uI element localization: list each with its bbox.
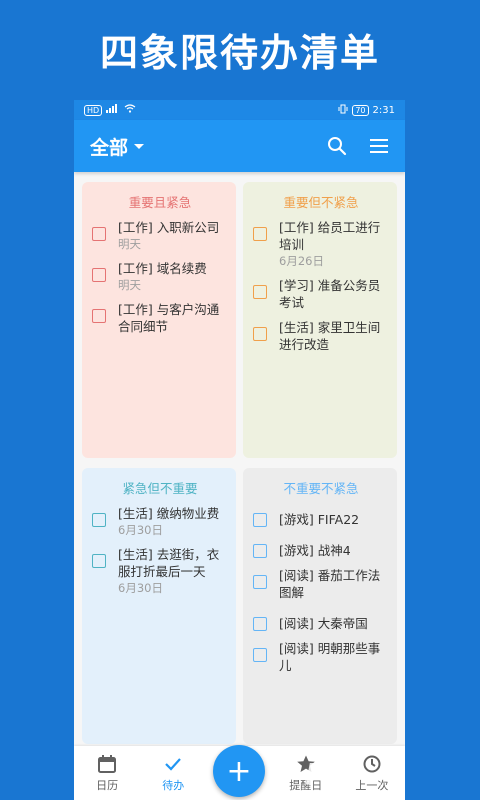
task-date: 明天	[118, 278, 141, 292]
task-item[interactable]: [工作] 与客户沟通合同细节	[92, 301, 228, 335]
task-item[interactable]: [工作] 给员工进行培训 6月26日	[253, 219, 389, 269]
task-item[interactable]: [阅读] 大秦帝国	[253, 609, 389, 632]
task-text: [生活] 家里卫生间进行改造	[279, 320, 381, 352]
task-text: [学习] 准备公务员考试	[279, 278, 381, 310]
task-item[interactable]: [游戏] 战神4	[253, 536, 389, 559]
history-icon	[362, 753, 382, 775]
quadrant-title: 不重要不紧急	[283, 481, 359, 496]
quadrant-title: 重要且紧急	[128, 195, 192, 210]
status-bar: HD 70 2:31	[74, 100, 405, 120]
filter-dropdown-label[interactable]: 全部	[90, 133, 128, 160]
nav-todo[interactable]: 待办	[140, 746, 206, 800]
task-text: [阅读] 明朝那些事儿	[279, 641, 381, 673]
nav-label: 待办	[162, 779, 185, 792]
plus-icon: +	[226, 753, 252, 789]
quadrant-important-not-urgent: 重要但不紧急 [工作] 给员工进行培训 6月26日 [学习] 准备公务员考试 […	[243, 182, 397, 458]
battery-icon: 70	[352, 104, 369, 116]
check-icon	[163, 753, 183, 775]
calendar-icon	[97, 753, 117, 775]
promo-title: 四象限待办清单	[99, 31, 380, 75]
hd-icon: HD	[84, 104, 103, 116]
task-text: [工作] 入职新公司	[118, 220, 220, 235]
task-checkbox[interactable]	[253, 575, 267, 589]
task-text: [阅读] 大秦帝国	[279, 616, 368, 631]
quadrant-not-urgent-not-important: 不重要不紧急 [游戏] FIFA22 [游戏] 战神4 [阅读] 番茄工作法图解…	[243, 468, 397, 744]
task-date: 6月26日	[279, 254, 324, 268]
task-text: [生活] 缴纳物业费	[118, 506, 220, 521]
phone-screen: HD 70 2:31 全部 重要且紧急 [工作] 入职新公司 明天 [工作] 域…	[74, 100, 405, 800]
task-checkbox[interactable]	[253, 544, 267, 558]
watermark: pc6	[306, 752, 363, 785]
task-item[interactable]: [生活] 去逛街，衣服打折最后一天 6月30日	[92, 546, 228, 596]
task-checkbox[interactable]	[253, 227, 267, 241]
task-text: [工作] 与客户沟通合同细节	[118, 302, 220, 334]
task-date: 6月30日	[118, 581, 163, 595]
clock-time: 2:31	[372, 104, 395, 116]
task-checkbox[interactable]	[92, 268, 106, 282]
task-date: 6月30日	[118, 523, 163, 537]
task-item[interactable]: [学习] 准备公务员考试	[253, 277, 389, 311]
caret-down-icon[interactable]	[134, 143, 145, 149]
task-text: [工作] 给员工进行培训	[279, 220, 381, 252]
task-item[interactable]: [工作] 域名续费 明天	[92, 260, 228, 293]
task-item[interactable]: [阅读] 番茄工作法图解	[253, 567, 389, 601]
task-checkbox[interactable]	[92, 309, 106, 323]
task-text: [生活] 去逛街，衣服打折最后一天	[118, 547, 220, 579]
task-text: [游戏] 战神4	[279, 543, 351, 558]
signal-icon	[106, 104, 120, 116]
quadrant-title: 紧急但不重要	[122, 481, 198, 496]
app-bar: 全部	[74, 120, 405, 172]
vibrate-icon	[338, 104, 348, 117]
task-checkbox[interactable]	[92, 227, 106, 241]
quadrant-title: 重要但不紧急	[283, 195, 359, 210]
add-task-button[interactable]: +	[213, 745, 265, 797]
task-checkbox[interactable]	[92, 554, 106, 568]
task-checkbox[interactable]	[92, 513, 106, 527]
wifi-icon	[124, 104, 136, 116]
task-checkbox[interactable]	[253, 327, 267, 341]
nav-calendar[interactable]: 日历	[74, 746, 140, 800]
task-text: [工作] 域名续费	[118, 261, 207, 276]
task-item[interactable]: [游戏] FIFA22	[253, 505, 389, 528]
task-checkbox[interactable]	[253, 617, 267, 631]
task-checkbox[interactable]	[253, 285, 267, 299]
task-text: [阅读] 番茄工作法图解	[279, 568, 381, 600]
task-item[interactable]: [工作] 入职新公司 明天	[92, 219, 228, 252]
quadrant-urgent-not-important: 紧急但不重要 [生活] 缴纳物业费 6月30日 [生活] 去逛街，衣服打折最后一…	[82, 468, 236, 744]
task-date: 明天	[118, 237, 141, 251]
task-checkbox[interactable]	[253, 513, 267, 527]
task-item[interactable]: [阅读] 明朝那些事儿	[253, 640, 389, 674]
nav-label: 日历	[96, 779, 119, 792]
task-item[interactable]: [生活] 缴纳物业费 6月30日	[92, 505, 228, 538]
menu-icon[interactable]	[367, 134, 391, 158]
quadrant-urgent-important: 重要且紧急 [工作] 入职新公司 明天 [工作] 域名续费 明天 [工作] 与客…	[82, 182, 236, 458]
task-item[interactable]: [生活] 家里卫生间进行改造	[253, 319, 389, 353]
task-text: [游戏] FIFA22	[279, 512, 360, 527]
search-icon[interactable]	[325, 134, 349, 158]
task-checkbox[interactable]	[253, 648, 267, 662]
